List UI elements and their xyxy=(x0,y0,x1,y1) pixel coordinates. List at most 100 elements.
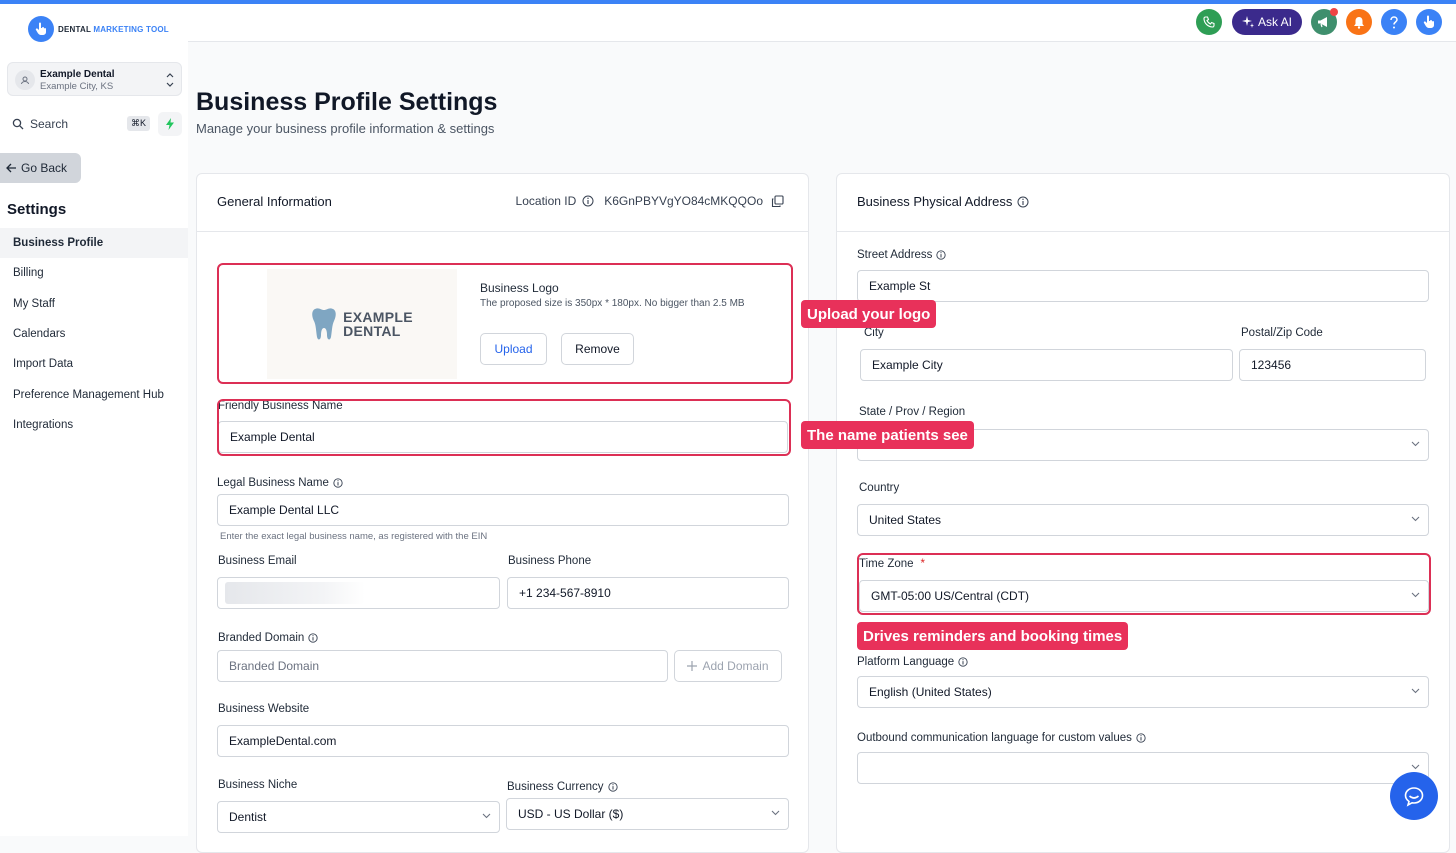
search-button[interactable]: Search ⌘K xyxy=(7,112,152,136)
bell-icon xyxy=(1354,16,1364,29)
state-label: State / Prov / Region xyxy=(859,406,966,418)
zip-label: Postal/Zip Code xyxy=(1241,327,1323,339)
currency-value: USD - US Dollar ($) xyxy=(518,807,624,821)
settings-heading: Settings xyxy=(7,201,67,218)
info-icon xyxy=(308,633,318,643)
sidebar-item-preference-management-hub[interactable]: Preference Management Hub xyxy=(0,379,188,409)
physical-address-title-text: Business Physical Address xyxy=(857,194,1013,209)
chevron-down-icon xyxy=(771,810,780,816)
chevron-down-icon xyxy=(1411,441,1420,447)
email-label: Business Email xyxy=(218,555,297,567)
email-redacted xyxy=(225,582,365,604)
chevron-down-icon xyxy=(1411,516,1420,522)
search-shortcut: ⌘K xyxy=(126,116,150,131)
outbound-language-label: Outbound communication language for cust… xyxy=(857,732,1146,744)
chat-widget-button[interactable] xyxy=(1390,772,1438,820)
add-domain-button[interactable]: Add Domain xyxy=(674,650,782,682)
phone-input[interactable]: +1 234-567-8910 xyxy=(507,577,789,609)
sidebar-item-my-staff[interactable]: My Staff xyxy=(0,289,188,319)
go-back-button[interactable]: Go Back xyxy=(0,153,81,183)
add-domain-label: Add Domain xyxy=(702,659,769,673)
chevron-up-down-icon xyxy=(166,73,174,87)
outbound-language-label-text: Outbound communication language for cust… xyxy=(857,732,1132,744)
sparkle-icon xyxy=(1241,16,1254,28)
notification-dot xyxy=(1330,8,1338,16)
callout-patient-name: The name patients see xyxy=(801,421,974,449)
branded-domain-input[interactable]: Branded Domain xyxy=(217,650,668,682)
sidebar-item-billing[interactable]: Billing xyxy=(0,258,188,288)
logo-highlight xyxy=(217,263,793,384)
page-subtitle: Manage your business profile information… xyxy=(196,121,495,136)
question-icon xyxy=(1390,15,1398,28)
legal-name-input[interactable]: Example Dental LLC xyxy=(217,494,789,526)
hand-pointer-icon xyxy=(1423,15,1434,28)
language-select[interactable]: English (United States) xyxy=(857,676,1429,708)
physical-address-title: Business Physical Address xyxy=(857,194,1029,209)
quick-actions-button[interactable] xyxy=(158,112,182,136)
info-icon xyxy=(607,782,618,792)
niche-select[interactable]: Dentist xyxy=(217,801,500,833)
zip-input[interactable]: 123456 xyxy=(1239,349,1426,381)
info-icon xyxy=(1017,196,1029,207)
profile-button[interactable] xyxy=(1416,9,1442,35)
location-icon xyxy=(15,70,35,90)
info-icon xyxy=(1136,733,1146,743)
location-city: Example City, KS xyxy=(40,81,114,92)
location-id-value: K6GnPBYVgYO84cMKQQOo xyxy=(604,194,763,208)
megaphone-icon xyxy=(1318,17,1327,28)
language-label: Platform Language xyxy=(857,656,968,668)
settings-nav: Business Profile Billing My Staff Calend… xyxy=(0,228,188,440)
announcements-button[interactable] xyxy=(1311,8,1338,35)
legal-name-label-text: Legal Business Name xyxy=(217,477,329,489)
location-id-label: Location ID xyxy=(515,194,577,208)
sidebar-item-import-data[interactable]: Import Data xyxy=(0,349,188,379)
currency-label-text: Business Currency xyxy=(507,781,604,793)
website-label: Business Website xyxy=(218,703,310,715)
language-label-text: Platform Language xyxy=(857,656,955,668)
info-icon xyxy=(582,195,594,207)
top-header: Ask AI xyxy=(188,4,1456,42)
niche-label: Business Niche xyxy=(218,779,298,791)
street-label: Street Address xyxy=(857,249,947,261)
email-input[interactable] xyxy=(217,577,500,609)
app-logo[interactable]: DENTAL MARKETING TOOL xyxy=(28,16,169,42)
help-button[interactable] xyxy=(1381,9,1407,35)
outbound-language-select[interactable] xyxy=(857,752,1429,784)
search-icon xyxy=(12,118,24,130)
city-input[interactable]: Example City xyxy=(860,349,1233,381)
physical-address-card: Business Physical Address Street Address… xyxy=(836,173,1450,853)
phone-label: Business Phone xyxy=(508,555,592,567)
sidebar-item-integrations[interactable]: Integrations xyxy=(0,410,188,440)
page-title: Business Profile Settings xyxy=(196,88,498,116)
phone-button[interactable] xyxy=(1196,9,1222,35)
currency-select[interactable]: USD - US Dollar ($) xyxy=(506,798,789,830)
phone-icon xyxy=(1203,16,1215,28)
logo-text-secondary: MARKETING TOOL xyxy=(93,24,169,34)
branded-domain-label: Branded Domain xyxy=(218,632,318,644)
language-value: English (United States) xyxy=(869,685,992,699)
ask-ai-label: Ask AI xyxy=(1257,15,1292,29)
ask-ai-button[interactable]: Ask AI xyxy=(1232,9,1302,35)
callout-timezone: Drives reminders and booking times xyxy=(857,622,1129,650)
logo-text-primary: DENTAL xyxy=(58,24,91,34)
website-input[interactable]: ExampleDental.com xyxy=(217,725,789,757)
location-name: Example Dental xyxy=(40,69,115,80)
arrow-left-icon xyxy=(6,163,16,173)
chevron-down-icon xyxy=(1411,688,1420,694)
copy-icon[interactable] xyxy=(771,194,784,208)
country-select[interactable]: United States xyxy=(857,504,1429,536)
country-value: United States xyxy=(869,513,942,527)
street-label-text: Street Address xyxy=(857,249,933,261)
hand-pointer-icon xyxy=(28,16,54,42)
street-input[interactable]: Example St xyxy=(857,270,1429,302)
general-information-title: General Information xyxy=(217,194,332,209)
location-switcher[interactable]: Example Dental Example City, KS xyxy=(7,62,182,96)
info-icon xyxy=(936,250,947,260)
chevron-down-icon xyxy=(482,813,491,819)
sidebar-item-business-profile[interactable]: Business Profile xyxy=(0,228,188,259)
notifications-button[interactable] xyxy=(1346,9,1372,35)
country-label: Country xyxy=(859,482,900,494)
sidebar-item-calendars[interactable]: Calendars xyxy=(0,319,188,349)
legal-name-hint: Enter the exact legal business name, as … xyxy=(220,531,488,542)
lightning-icon xyxy=(166,118,174,130)
